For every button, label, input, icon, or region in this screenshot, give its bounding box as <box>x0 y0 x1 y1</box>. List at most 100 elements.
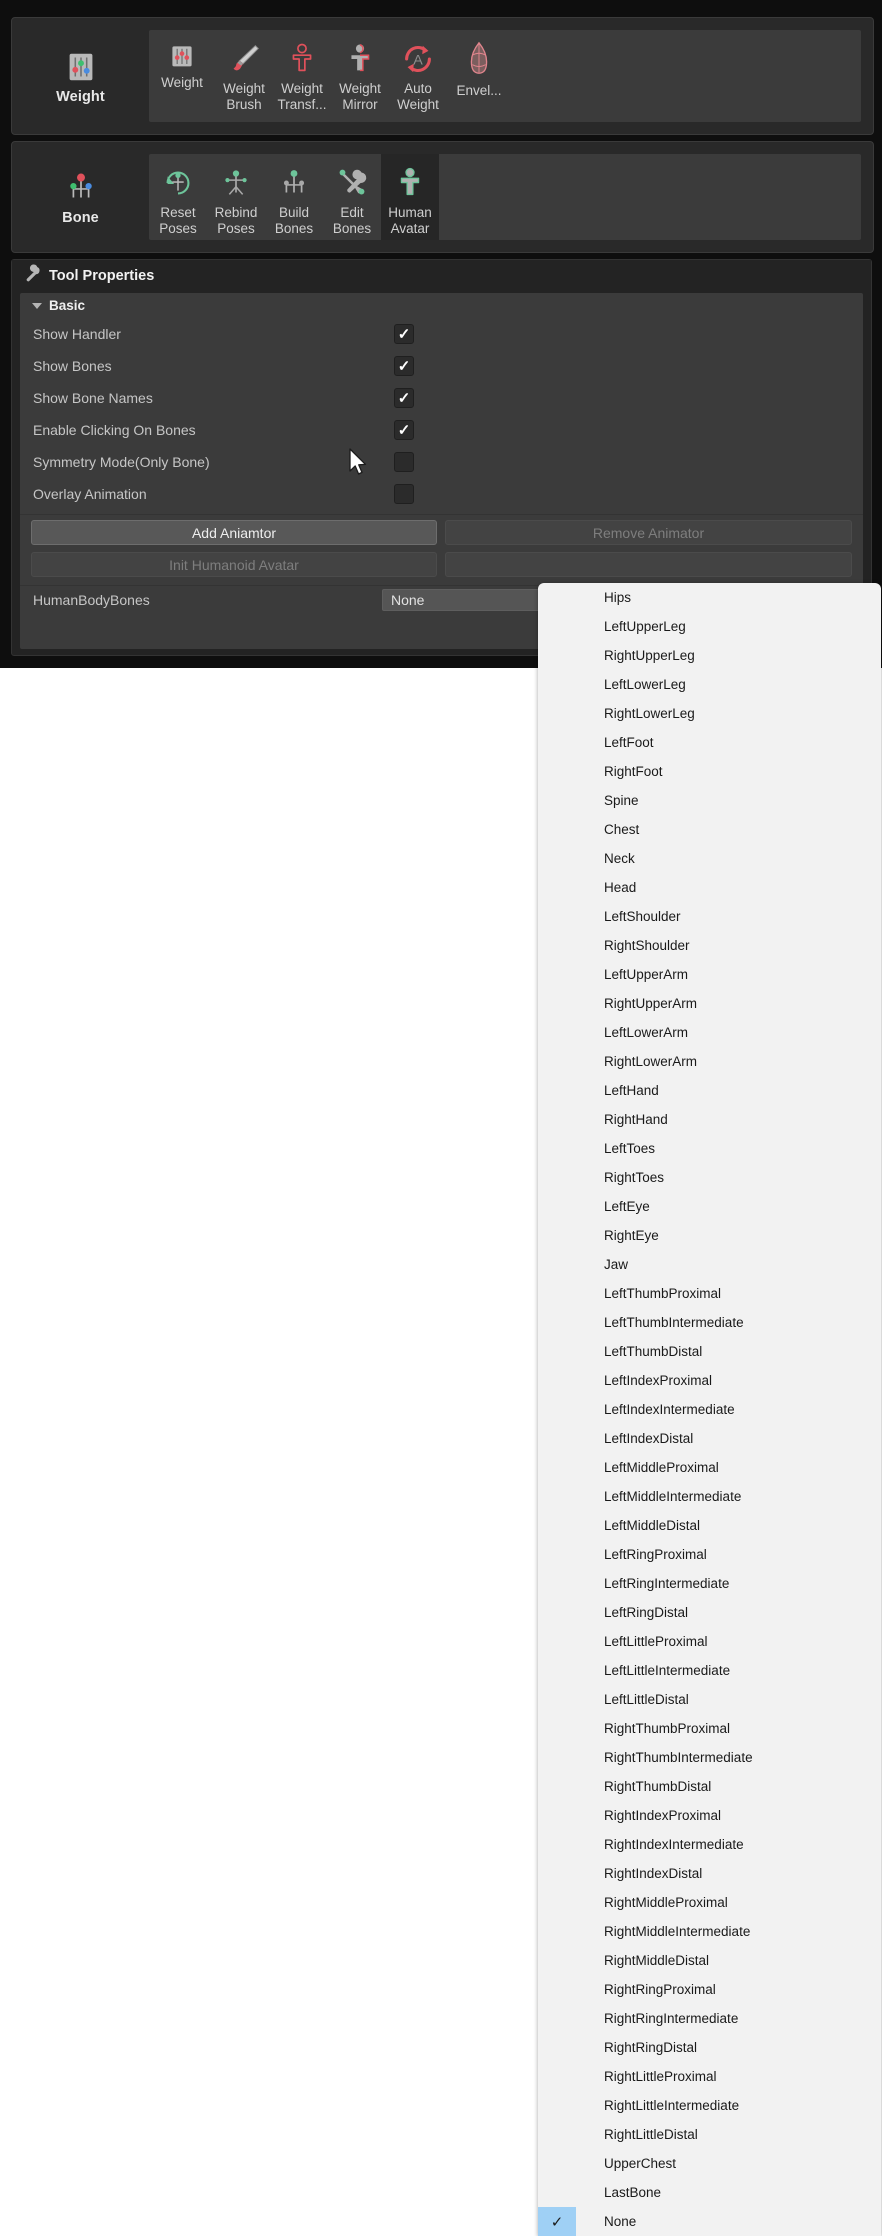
checkbox-show-bone-names[interactable]: ✓ <box>394 388 414 408</box>
tool-label: Build Bones <box>274 205 314 236</box>
tool-edit-bones[interactable]: Edit Bones <box>323 154 381 240</box>
dropdown-item[interactable]: ✓LeftHand <box>538 1076 881 1105</box>
build-bones-icon <box>275 164 313 202</box>
dropdown-item[interactable]: ✓RightThumbIntermediate <box>538 1743 881 1772</box>
remove-animator-button[interactable]: Remove Animator <box>445 520 852 545</box>
dropdown-item[interactable]: ✓LeftMiddleDistal <box>538 1511 881 1540</box>
dropdown-item-label: Chest <box>604 822 640 837</box>
tool-envelope[interactable]: Envel... <box>447 30 511 122</box>
dropdown-item[interactable]: ✓RightRingIntermediate <box>538 2004 881 2033</box>
dropdown-item[interactable]: ✓RightHand <box>538 1105 881 1134</box>
dropdown-item[interactable]: ✓RightIndexProximal <box>538 1801 881 1830</box>
tool-reset-poses[interactable]: Reset Poses <box>149 154 207 240</box>
dropdown-item[interactable]: ✓LeftEye <box>538 1192 881 1221</box>
tool-weight-mirror[interactable]: Weight Mirror <box>331 30 389 122</box>
dropdown-item[interactable]: ✓Neck <box>538 844 881 873</box>
dropdown-item[interactable]: ✓RightShoulder <box>538 931 881 960</box>
dropdown-item[interactable]: ✓LeftLittleDistal <box>538 1685 881 1714</box>
checkbox-enable-clicking-on-bones[interactable]: ✓ <box>394 420 414 440</box>
dropdown-item[interactable]: ✓LeftFoot <box>538 728 881 757</box>
dropdown-item[interactable]: ✓LeftMiddleProximal <box>538 1453 881 1482</box>
checkbox-show-handler[interactable]: ✓ <box>394 324 414 344</box>
dropdown-item[interactable]: ✓RightEye <box>538 1221 881 1250</box>
setting-row-enable-clicking-on-bones: Enable Clicking On Bones ✓ <box>20 414 863 446</box>
dropdown-item[interactable]: ✓RightFoot <box>538 757 881 786</box>
app-root: Weight Weight Weight Brush Weight Transf… <box>0 0 882 2236</box>
toolbar-category-weight[interactable]: Weight <box>12 18 149 134</box>
dropdown-item[interactable]: ✓LeftLowerArm <box>538 1018 881 1047</box>
tool-rebind-poses[interactable]: Rebind Poses <box>207 154 265 240</box>
dropdown-item[interactable]: ✓LeftRingDistal <box>538 1598 881 1627</box>
dropdown-item[interactable]: ✓RightLowerLeg <box>538 699 881 728</box>
tool-weight-brush[interactable]: Weight Brush <box>215 30 273 122</box>
dropdown-item[interactable]: ✓LeftUpperLeg <box>538 612 881 641</box>
dropdown-item[interactable]: ✓RightThumbProximal <box>538 1714 881 1743</box>
tool-auto-weight[interactable]: A Auto Weight <box>389 30 447 122</box>
dropdown-item[interactable]: ✓Jaw <box>538 1250 881 1279</box>
dropdown-item[interactable]: ✓LeftRingIntermediate <box>538 1569 881 1598</box>
dropdown-item-label: LeftLowerLeg <box>604 677 686 692</box>
dropdown-item[interactable]: ✓LeftThumbProximal <box>538 1279 881 1308</box>
dropdown-item[interactable]: ✓LeftToes <box>538 1134 881 1163</box>
tool-weight-transfer[interactable]: Weight Transf... <box>273 30 331 122</box>
dropdown-item[interactable]: ✓RightUpperArm <box>538 989 881 1018</box>
dropdown-item-label: LeftThumbProximal <box>604 1286 722 1301</box>
dropdown-item[interactable]: ✓ None <box>538 2207 881 2236</box>
humanbodybones-dropdown-menu[interactable]: ✓Hips✓LeftUpperLeg✓RightUpperLeg✓LeftLow… <box>538 583 881 2236</box>
tool-human-avatar[interactable]: Human Avatar <box>381 154 439 240</box>
dropdown-item[interactable]: ✓RightLittleProximal <box>538 2062 881 2091</box>
dropdown-item[interactable]: ✓LeftThumbIntermediate <box>538 1308 881 1337</box>
dropdown-item-label: LeftFoot <box>604 735 654 750</box>
dropdown-item[interactable]: ✓LeftIndexProximal <box>538 1366 881 1395</box>
dropdown-item[interactable]: ✓RightMiddleIntermediate <box>538 1917 881 1946</box>
dropdown-item[interactable]: ✓UpperChest <box>538 2149 881 2178</box>
dropdown-item[interactable]: ✓LeftIndexIntermediate <box>538 1395 881 1424</box>
add-animator-button[interactable]: Add Aniamtor <box>31 520 437 545</box>
dropdown-item[interactable]: ✓Spine <box>538 786 881 815</box>
dropdown-item[interactable]: ✓LeftIndexDistal <box>538 1424 881 1453</box>
dropdown-item-label: LeftRingIntermediate <box>604 1576 730 1591</box>
dropdown-item[interactable]: ✓RightIndexIntermediate <box>538 1830 881 1859</box>
dropdown-item[interactable]: ✓LeftShoulder <box>538 902 881 931</box>
dropdown-item[interactable]: ✓LastBone <box>538 2178 881 2207</box>
dropdown-item[interactable]: ✓RightUpperLeg <box>538 641 881 670</box>
tool-weight[interactable]: Weight <box>149 30 215 122</box>
checkbox-overlay-animation[interactable]: ✓ <box>394 484 414 504</box>
toolbar-category-bone[interactable]: Bone <box>12 142 149 252</box>
dropdown-item[interactable]: ✓RightMiddleDistal <box>538 1946 881 1975</box>
init-humanoid-avatar-button[interactable]: Init Humanoid Avatar <box>31 552 437 577</box>
toolbar-category-label: Weight <box>56 88 105 105</box>
dropdown-item[interactable]: ✓RightThumbDistal <box>538 1772 881 1801</box>
dropdown-item[interactable]: ✓LeftMiddleIntermediate <box>538 1482 881 1511</box>
dropdown-item-label: RightThumbProximal <box>604 1721 731 1736</box>
dropdown-item[interactable]: ✓LeftLowerLeg <box>538 670 881 699</box>
check-icon: ✓ <box>397 325 411 343</box>
dropdown-item[interactable]: ✓RightRingDistal <box>538 2033 881 2062</box>
dropdown-item-label: LeftUpperArm <box>604 967 689 982</box>
checkbox-symmetry-mode[interactable]: ✓ <box>394 452 414 472</box>
dropdown-item-label: LeftLittleDistal <box>604 1692 689 1707</box>
toolbar-weight-tray: Weight Weight Brush Weight Transf... Wei… <box>149 30 861 122</box>
dropdown-item[interactable]: ✓RightLittleIntermediate <box>538 2091 881 2120</box>
tool-build-bones[interactable]: Build Bones <box>265 154 323 240</box>
dropdown-item[interactable]: ✓RightIndexDistal <box>538 1859 881 1888</box>
dropdown-item[interactable]: ✓Chest <box>538 815 881 844</box>
dropdown-item[interactable]: ✓Hips <box>538 583 881 612</box>
dropdown-item-label: LeftMiddleIntermediate <box>604 1489 742 1504</box>
dropdown-item-label: Head <box>604 880 637 895</box>
dropdown-item[interactable]: ✓RightMiddleProximal <box>538 1888 881 1917</box>
dropdown-item[interactable]: ✓LeftThumbDistal <box>538 1337 881 1366</box>
dropdown-item[interactable]: ✓RightToes <box>538 1163 881 1192</box>
tool-label: Weight Transf... <box>277 81 327 112</box>
dropdown-item[interactable]: ✓LeftRingProximal <box>538 1540 881 1569</box>
dropdown-item[interactable]: ✓RightRingProximal <box>538 1975 881 2004</box>
dropdown-item[interactable]: ✓RightLittleDistal <box>538 2120 881 2149</box>
checkbox-show-bones[interactable]: ✓ <box>394 356 414 376</box>
dropdown-item[interactable]: ✓LeftUpperArm <box>538 960 881 989</box>
dropdown-item[interactable]: ✓RightLowerArm <box>538 1047 881 1076</box>
dropdown-item[interactable]: ✓Head <box>538 873 881 902</box>
secondary-empty-button[interactable] <box>445 552 852 577</box>
dropdown-item[interactable]: ✓LeftLittleIntermediate <box>538 1656 881 1685</box>
section-basic-header[interactable]: Basic <box>20 293 863 318</box>
dropdown-item[interactable]: ✓LeftLittleProximal <box>538 1627 881 1656</box>
